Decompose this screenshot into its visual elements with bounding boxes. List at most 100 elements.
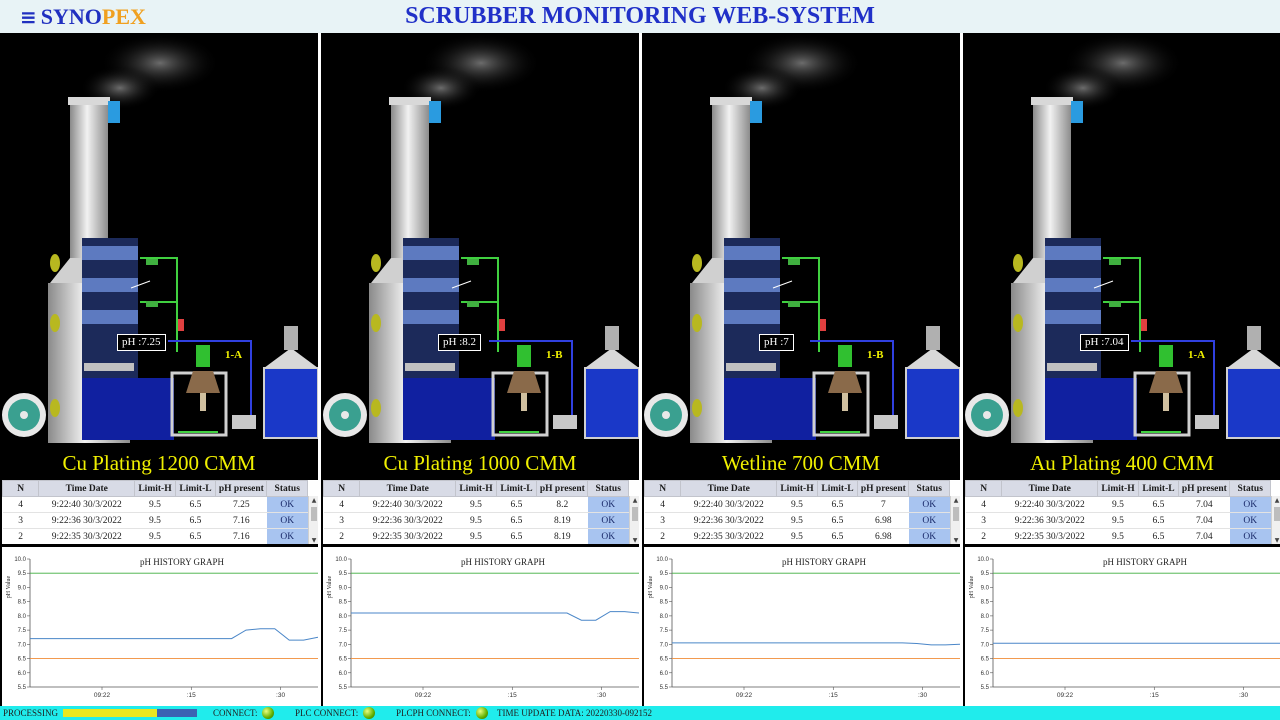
x-tick-label: 09:22 (736, 692, 753, 699)
table-scrollbar[interactable]: ▲ ▼ (950, 496, 960, 544)
scroll-up-icon[interactable]: ▲ (952, 497, 960, 504)
x-tick-label: :30 (276, 692, 285, 699)
column-header[interactable]: Status (587, 480, 629, 497)
column-header[interactable]: Time Date (359, 480, 457, 497)
column-header[interactable]: N (965, 480, 1003, 497)
column-header[interactable]: Limit-H (776, 480, 818, 497)
y-tick-label: 7.5 (660, 628, 669, 634)
column-header[interactable]: Time Date (1001, 480, 1099, 497)
column-header[interactable]: pH present (857, 480, 910, 497)
scroll-thumb[interactable] (311, 507, 317, 521)
scrubber-panel: pH :7.25 1-A Cu Plating 1200 CMM N Time Date… (0, 33, 318, 706)
column-header[interactable]: Limit-H (134, 480, 176, 497)
graph-svg: pH HISTORY GRAPH pH Value 10.0 9.5 9.0 8.5 8.0… (327, 557, 639, 699)
column-header[interactable]: N (323, 480, 361, 497)
table-row[interactable]: 4 9:22:40 30/3/2022 9.5 6.5 7 OK (644, 496, 950, 513)
column-header[interactable]: pH present (536, 480, 589, 497)
ph-series-line (30, 628, 318, 641)
table-scrollbar[interactable]: ▲ ▼ (1271, 496, 1280, 544)
scroll-up-icon[interactable]: ▲ (631, 497, 639, 504)
table-row[interactable]: 3 9:22:36 30/3/2022 9.5 6.5 7.16 OK (2, 512, 308, 529)
status-bar: PROCESSING CONNECT: PLC CONNECT: PLCPH C… (0, 706, 1280, 720)
table-row[interactable]: 3 9:22:36 30/3/2022 9.5 6.5 7.04 OK (965, 512, 1271, 529)
scroll-thumb[interactable] (1274, 507, 1280, 521)
column-header[interactable]: Limit-H (455, 480, 497, 497)
column-header[interactable]: Time Date (38, 480, 136, 497)
scroll-thumb[interactable] (632, 507, 638, 521)
graph-svg: pH HISTORY GRAPH pH Value 10.0 9.5 9.0 8.5 8.0… (648, 557, 960, 699)
unit-label: 1-B (546, 349, 563, 361)
unit-label: 1-A (1188, 349, 1206, 361)
status-badge: OK (587, 512, 629, 529)
x-tick-label: :15 (829, 692, 838, 699)
ph-series-line (672, 642, 960, 646)
table-cell: 6.5 (175, 496, 216, 513)
column-header[interactable]: Limit-H (1097, 480, 1139, 497)
table-cell: 3 (2, 512, 39, 529)
table-cell: 4 (323, 496, 360, 513)
table-cell: 9.5 (776, 528, 818, 544)
column-header[interactable]: N (2, 480, 40, 497)
table-scrollbar[interactable]: ▲ ▼ (629, 496, 639, 544)
y-tick-label: 9.5 (660, 571, 669, 577)
table-row[interactable]: 2 9:22:35 30/3/2022 9.5 6.5 7.16 OK (2, 528, 308, 544)
table-row[interactable]: 4 9:22:40 30/3/2022 9.5 6.5 8.2 OK (323, 496, 629, 513)
column-header[interactable]: pH present (215, 480, 268, 497)
x-tick-label: 09:22 (415, 692, 432, 699)
scroll-down-icon[interactable]: ▼ (952, 537, 960, 544)
y-tick-label: 9.5 (339, 571, 348, 577)
table-header-row: N Time Date Limit-H Limit-L pH present Status (2, 480, 308, 497)
table-row[interactable]: 3 9:22:36 30/3/2022 9.5 6.5 6.98 OK (644, 512, 950, 529)
y-tick-label: 6.5 (18, 657, 27, 663)
column-header[interactable]: Limit-L (816, 480, 859, 497)
table-cell: 7.04 (1178, 528, 1230, 544)
status-badge: OK (266, 496, 308, 513)
table-cell: 7.04 (1178, 512, 1230, 529)
table-header-row: N Time Date Limit-H Limit-L pH present Status (644, 480, 950, 497)
column-header[interactable]: Time Date (680, 480, 778, 497)
column-header[interactable]: Limit-L (495, 480, 538, 497)
table-scrollbar[interactable]: ▲ ▼ (308, 496, 318, 544)
scroll-down-icon[interactable]: ▼ (1273, 537, 1280, 544)
history-table-grid: N Time Date Limit-H Limit-L pH present Status… (644, 480, 950, 544)
table-cell: 3 (323, 512, 360, 529)
table-row[interactable]: 2 9:22:35 30/3/2022 9.5 6.5 7.04 OK (965, 528, 1271, 544)
status-badge: OK (266, 528, 308, 544)
scroll-down-icon[interactable]: ▼ (631, 537, 639, 544)
time-update-label: TIME UPDATE DATA: 20220330-092152 (497, 708, 653, 718)
column-header[interactable]: N (644, 480, 682, 497)
y-tick-label: 6.0 (18, 671, 27, 677)
table-cell: 9.5 (1097, 528, 1139, 544)
table-row[interactable]: 4 9:22:40 30/3/2022 9.5 6.5 7.25 OK (2, 496, 308, 513)
column-header[interactable]: pH present (1178, 480, 1231, 497)
scrubber-illustration (965, 33, 1280, 443)
y-tick-label: 10.0 (14, 557, 26, 563)
column-header[interactable]: Status (266, 480, 308, 497)
scroll-up-icon[interactable]: ▲ (310, 497, 318, 504)
scrubber-panel: pH :8.2 1-B Cu Plating 1000 CMM N Time Date L… (321, 33, 639, 706)
column-header[interactable]: Limit-L (1137, 480, 1180, 497)
y-tick-label: 8.0 (981, 614, 990, 620)
x-tick-label: :30 (597, 692, 606, 699)
table-row[interactable]: 4 9:22:40 30/3/2022 9.5 6.5 7.04 OK (965, 496, 1271, 513)
scroll-thumb[interactable] (953, 507, 959, 521)
table-cell: 8.19 (536, 512, 588, 529)
table-row[interactable]: 2 9:22:35 30/3/2022 9.5 6.5 8.19 OK (323, 528, 629, 544)
table-row[interactable]: 2 9:22:35 30/3/2022 9.5 6.5 6.98 OK (644, 528, 950, 544)
ph-readout: pH :7 (759, 334, 794, 351)
table-cell: 9.5 (455, 528, 497, 544)
plc-connect-led-icon (363, 707, 375, 719)
y-tick-label: 9.0 (18, 585, 27, 591)
column-header[interactable]: Status (1229, 480, 1271, 497)
y-tick-label: 6.0 (660, 671, 669, 677)
table-cell: 9:22:40 30/3/2022 (359, 496, 456, 513)
table-cell: 6.5 (175, 528, 216, 544)
plcph-connect-led-icon (476, 707, 488, 719)
table-row[interactable]: 3 9:22:36 30/3/2022 9.5 6.5 8.19 OK (323, 512, 629, 529)
y-tick-label: 9.0 (339, 585, 348, 591)
ph-history-graph: pH HISTORY GRAPH pH Value 10.0 9.5 9.0 8.5 8.0… (2, 547, 318, 706)
scroll-down-icon[interactable]: ▼ (310, 537, 318, 544)
column-header[interactable]: Limit-L (174, 480, 217, 497)
scroll-up-icon[interactable]: ▲ (1273, 497, 1280, 504)
column-header[interactable]: Status (908, 480, 950, 497)
